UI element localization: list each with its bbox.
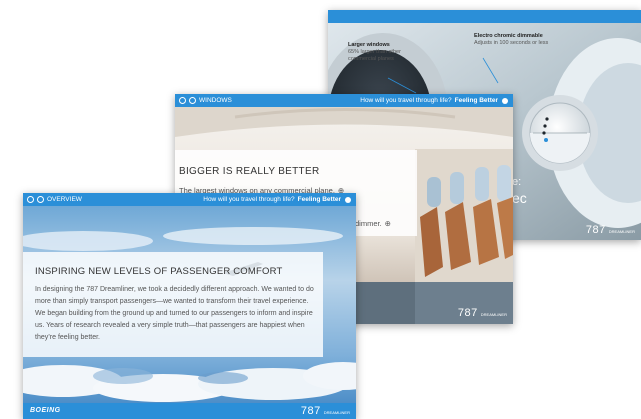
section-label: OVERVIEW xyxy=(47,196,82,203)
brand-787: 787 xyxy=(300,405,321,417)
partial-text-1: e: xyxy=(512,176,522,188)
brand-787: 787 xyxy=(585,224,606,236)
callout-larger-windows-text1: 65% larger than other xyxy=(348,49,401,55)
overview-heading: INSPIRING NEW LEVELS OF PASSENGER COMFOR… xyxy=(35,266,283,277)
overview-content-box: INSPIRING NEW LEVELS OF PASSENGER COMFOR… xyxy=(23,252,323,357)
nav-forward-icon[interactable] xyxy=(37,196,44,203)
plus-icon-2[interactable]: ⊕ xyxy=(385,219,391,228)
boeing-logo[interactable]: BOEING xyxy=(30,407,61,414)
callout-larger-windows: Larger windows 65% larger than other com… xyxy=(348,42,401,63)
mid-panel-top-bar: WINDOWS How will you travel through life… xyxy=(175,94,513,107)
nav-back-icon[interactable] xyxy=(27,196,34,203)
windows-heading: BIGGER IS REALLY BETTER xyxy=(179,166,320,177)
callout-larger-windows-text2: commercial planes xyxy=(348,56,394,62)
partial-text-2: ec xyxy=(512,190,527,206)
tagline-bold: Feeling Better xyxy=(454,97,498,104)
brand-dreamliner: DREAMLINER xyxy=(323,410,350,415)
brand-dreamliner: DREAMLINER xyxy=(608,229,635,234)
callout-larger-windows-title: Larger windows xyxy=(348,42,390,48)
menu-icon[interactable] xyxy=(502,97,508,104)
windows-line2: dimmer. ⊕ xyxy=(355,219,391,228)
tagline: How will you travel through life? xyxy=(360,97,452,104)
nav-back-icon[interactable] xyxy=(179,97,186,104)
back-panel-top-bar xyxy=(328,10,641,23)
tagline: How will you travel through life? xyxy=(203,196,295,203)
callout-dimmable: Electro chromic dimmable Adjusts in 100 … xyxy=(474,33,548,47)
menu-icon[interactable] xyxy=(345,196,351,203)
nav-forward-icon[interactable] xyxy=(189,97,196,104)
section-label: WINDOWS xyxy=(199,97,232,104)
callout-dimmable-text: Adjusts in 100 seconds or less xyxy=(474,40,549,46)
overview-body: In designing the 787 Dreamliner, we took… xyxy=(35,286,314,341)
brand-dreamliner: DREAMLINER xyxy=(480,312,507,317)
front-panel-footer: BOEING 787 DREAMLINER xyxy=(23,403,356,419)
front-panel-overview: OVERVIEW How will you travel through lif… xyxy=(23,193,356,419)
windows-line2-text: dimmer. xyxy=(355,219,382,228)
tagline-bold: Feeling Better xyxy=(297,196,341,203)
callout-dimmable-title: Electro chromic dimmable xyxy=(474,33,543,39)
front-panel-top-bar: OVERVIEW How will you travel through lif… xyxy=(23,193,356,206)
brand-787: 787 xyxy=(457,307,478,319)
